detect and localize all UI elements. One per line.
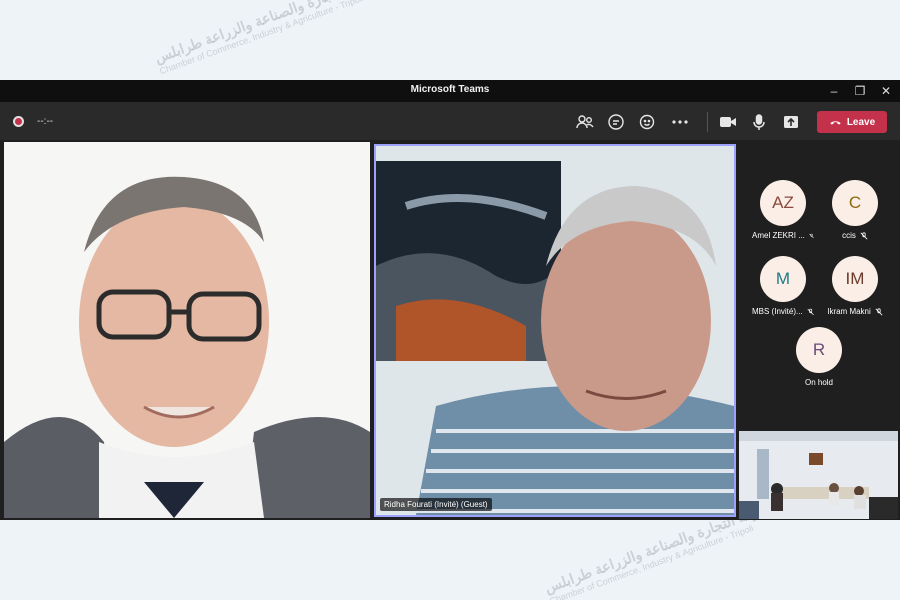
phone-hangup-icon xyxy=(830,120,841,124)
reactions-icon[interactable] xyxy=(638,112,658,132)
leave-button[interactable]: Leave xyxy=(817,111,887,133)
mic-icon[interactable] xyxy=(749,112,769,132)
room-video xyxy=(739,431,898,519)
mic-off-icon xyxy=(807,308,814,315)
more-icon[interactable] xyxy=(670,112,690,132)
participant-avatar[interactable]: M MBS (Invité)... xyxy=(752,256,814,316)
participant-name: Ikram Makni xyxy=(827,307,871,316)
avatar: AZ xyxy=(760,180,806,226)
participant-avatar[interactable]: IM Ikram Makni xyxy=(824,256,886,316)
mic-off-icon xyxy=(809,233,814,238)
participant-avatar[interactable]: C ccis xyxy=(824,180,886,240)
avatar: IM xyxy=(832,256,878,302)
teams-window: Microsoft Teams – ❐ ✕ --:-- Leave Ridha … xyxy=(0,80,900,520)
participant-video xyxy=(376,146,734,515)
mic-off-icon xyxy=(875,307,883,315)
meeting-timer: --:-- xyxy=(37,116,54,127)
participant-name: MBS (Invité)... xyxy=(752,307,803,316)
video-tile-center[interactable]: Ridha Fourati (Invité) (Guest) xyxy=(374,144,736,517)
meeting-toolbar: --:-- Leave xyxy=(0,102,900,140)
video-tile-left[interactable] xyxy=(4,142,370,518)
close-icon[interactable]: ✕ xyxy=(878,83,894,99)
recording-icon xyxy=(13,116,24,127)
avatar: R xyxy=(796,327,842,373)
participant-status: On hold xyxy=(804,378,834,387)
leave-label: Leave xyxy=(846,116,876,128)
restore-icon[interactable]: ❐ xyxy=(852,83,868,99)
participant-avatar[interactable]: AZ Amel ZEKRI ... xyxy=(752,180,814,240)
title-bar: Microsoft Teams – ❐ ✕ xyxy=(0,80,900,102)
participant-name-label: Ridha Fourati (Invité) (Guest) xyxy=(380,498,492,511)
window-title: Microsoft Teams xyxy=(410,84,490,95)
chat-icon[interactable] xyxy=(606,112,626,132)
people-icon[interactable] xyxy=(575,112,595,132)
participant-avatar[interactable]: R On hold xyxy=(788,327,850,387)
participant-name: ccis xyxy=(842,231,856,240)
avatar: C xyxy=(832,180,878,226)
watermark: غرفة التجارة والصناعة والزراعة طرابلس Cha… xyxy=(152,0,379,77)
share-icon[interactable] xyxy=(781,112,801,132)
minimize-icon[interactable]: – xyxy=(826,83,842,99)
self-video-preview[interactable] xyxy=(739,431,898,519)
participant-video xyxy=(4,142,370,518)
participant-name: Amel ZEKRI ... xyxy=(752,231,805,240)
mic-off-icon xyxy=(860,231,868,239)
avatar: M xyxy=(760,256,806,302)
camera-icon[interactable] xyxy=(718,112,738,132)
toolbar-divider xyxy=(707,112,708,132)
